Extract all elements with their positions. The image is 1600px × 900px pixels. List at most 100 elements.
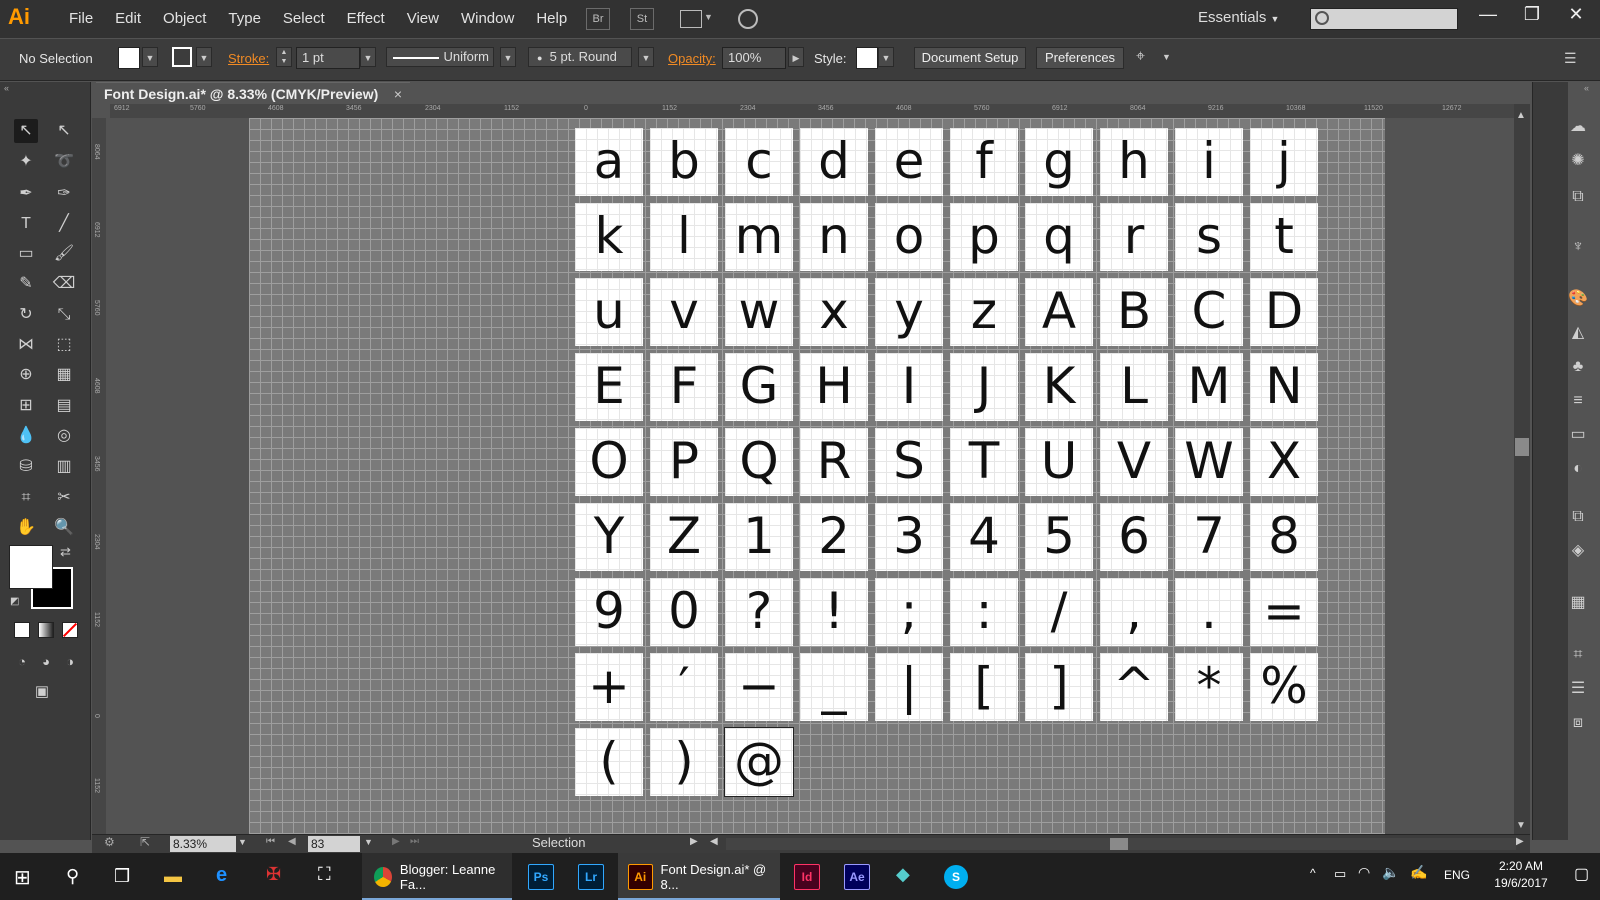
slice-tool-icon[interactable]: ✂ [52,486,76,510]
glyph-cell[interactable]: + [575,653,643,721]
clock[interactable]: 2:20 AM 19/6/2017 [1476,858,1566,892]
puppet-icon[interactable]: ♆ [1567,236,1589,258]
wifi-icon[interactable]: ◠ [1358,864,1370,881]
app-icon[interactable]: ✠ [266,864,281,885]
artboards-panel-icon[interactable]: ⧉ [1567,506,1589,528]
horizontal-scroll-thumb[interactable] [1110,838,1128,850]
task-view-icon[interactable]: ❒ [114,866,130,887]
glyph-cell[interactable]: A [1025,278,1093,346]
glyph-cell[interactable]: T [950,428,1018,496]
stroke-weight-field[interactable]: 1 pt [296,47,360,69]
glyph-cell[interactable]: I [875,353,943,421]
glyph-cell[interactable]: b [650,128,718,196]
artboard-dropdown-icon[interactable]: ▼ [364,837,373,847]
stroke-color-dropdown[interactable]: ▼ [196,47,212,67]
layers-icon[interactable]: ◈ [1567,540,1589,562]
color-guide-icon[interactable]: ◭ [1567,322,1589,344]
eyedropper-tool-icon[interactable]: 💧 [14,424,38,448]
glyph-cell[interactable]: w [725,278,793,346]
glyph-cell[interactable]: s [1175,203,1243,271]
glyph-cell[interactable]: / [1025,578,1093,646]
stroke-label[interactable]: Stroke: [228,51,269,66]
glyph-cell[interactable]: f [950,128,1018,196]
opacity-label[interactable]: Opacity: [668,51,716,66]
paintbrush-tool-icon[interactable]: 🖌 [52,242,76,266]
glyph-cell[interactable]: ? [725,578,793,646]
swatches-icon[interactable]: ▦ [1567,592,1589,614]
gpu-performance-icon[interactable] [738,9,758,29]
vertical-scroll-thumb[interactable] [1515,438,1529,456]
glyph-cell[interactable]: X [1250,428,1318,496]
glyph-cell[interactable]: K [1025,353,1093,421]
glyph-cell[interactable]: . [1175,578,1243,646]
stroke-profile-dropdown[interactable]: Uniform [386,47,494,67]
glyph-cell[interactable]: P [650,428,718,496]
menu-window[interactable]: Window [450,9,525,29]
glyph-cell[interactable]: c [725,128,793,196]
menu-help[interactable]: Help [525,9,578,29]
rotate-tool-icon[interactable]: ↻ [14,303,38,327]
glyph-cell[interactable]: r [1100,203,1168,271]
glyph-cell[interactable]: u [575,278,643,346]
symbol-sprayer-tool-icon[interactable]: ⛁ [14,455,38,479]
glyph-cell[interactable]: ) [650,728,718,796]
glyph-cell[interactable]: t [1250,203,1318,271]
pen-tool-icon[interactable]: ✒ [14,182,38,206]
taskbar-lightroom[interactable]: Lr [578,853,604,900]
symbols-icon[interactable]: ♣ [1567,356,1589,378]
cc-libraries-icon[interactable]: ☁ [1567,116,1589,138]
workspace-switcher[interactable]: Essentials ▼ [1198,9,1279,26]
glyph-cell[interactable]: [ [950,653,1018,721]
glyph-cell[interactable]: N [1250,353,1318,421]
glyph-cell[interactable]: q [1025,203,1093,271]
glyph-cell[interactable]: y [875,278,943,346]
vertical-ruler[interactable]: 8064 6912 5760 4608 3456 2304 1152 0 115… [92,118,107,834]
export-status-icon[interactable]: ⇱ [140,835,150,849]
selection-tool-icon[interactable]: ↖ [14,119,38,143]
glyph-cell[interactable]: ; [875,578,943,646]
transparency-icon[interactable]: ◐ [1567,458,1589,480]
glyph-cell[interactable]: C [1175,278,1243,346]
menu-edit[interactable]: Edit [104,9,152,29]
menu-view[interactable]: View [396,9,450,29]
glyph-cell[interactable]: ( [575,728,643,796]
glyph-cell[interactable]: S [875,428,943,496]
fill-dropdown[interactable]: ▼ [142,47,158,67]
menu-select[interactable]: Select [272,9,336,29]
glyph-cell[interactable]: 8 [1250,503,1318,571]
arrange-dropdown-icon[interactable]: ▼ [704,12,713,22]
glyph-cell[interactable]: e [875,128,943,196]
scroll-left-icon[interactable]: ◀ [710,836,718,847]
curvature-tool-icon[interactable]: ✑ [52,182,76,206]
first-artboard-icon[interactable]: ⏮ [266,836,275,847]
glyph-cell[interactable]: ] [1025,653,1093,721]
glyph-cell[interactable]: ! [800,578,868,646]
glyph-cell[interactable]: G [725,353,793,421]
glyph-cell[interactable]: D [1250,278,1318,346]
glyph-cell[interactable]: O [575,428,643,496]
glyph-cell[interactable]: Y [575,503,643,571]
collapse-panel-icon[interactable]: « [4,83,9,93]
magic-wand-tool-icon[interactable]: ✦ [14,150,38,174]
draw-normal-icon[interactable]: ◔ [10,650,34,674]
gradient-mode-icon[interactable] [38,622,54,638]
glyph-cell[interactable]: p [950,203,1018,271]
pencil-tool-icon[interactable]: ✎ [14,272,38,296]
transform-icon[interactable]: ⌖ [1136,48,1145,66]
glyph-cell[interactable]: l [650,203,718,271]
menu-object[interactable]: Object [152,9,217,29]
mesh-tool-icon[interactable]: ⊞ [14,394,38,418]
glyph-cell[interactable]: m [725,203,793,271]
glyph-cell[interactable]: H [800,353,868,421]
previous-artboard-icon[interactable]: ◀ [288,836,296,847]
glyph-cell[interactable]: ^ [1100,653,1168,721]
pen-icon[interactable]: ✍ [1410,864,1427,881]
brush-dropdown[interactable]: ● 5 pt. Round [528,47,632,67]
zoom-field[interactable]: 8.33% [170,836,236,852]
transform-panel-icon[interactable]: ⌗ [1567,644,1589,666]
glyph-cell[interactable]: @ [724,727,794,797]
glyph-cell[interactable]: U [1025,428,1093,496]
taskbar-aftereffects[interactable]: Ae [844,853,870,900]
glyph-cell[interactable]: 2 [800,503,868,571]
glyph-cell[interactable]: 1 [725,503,793,571]
